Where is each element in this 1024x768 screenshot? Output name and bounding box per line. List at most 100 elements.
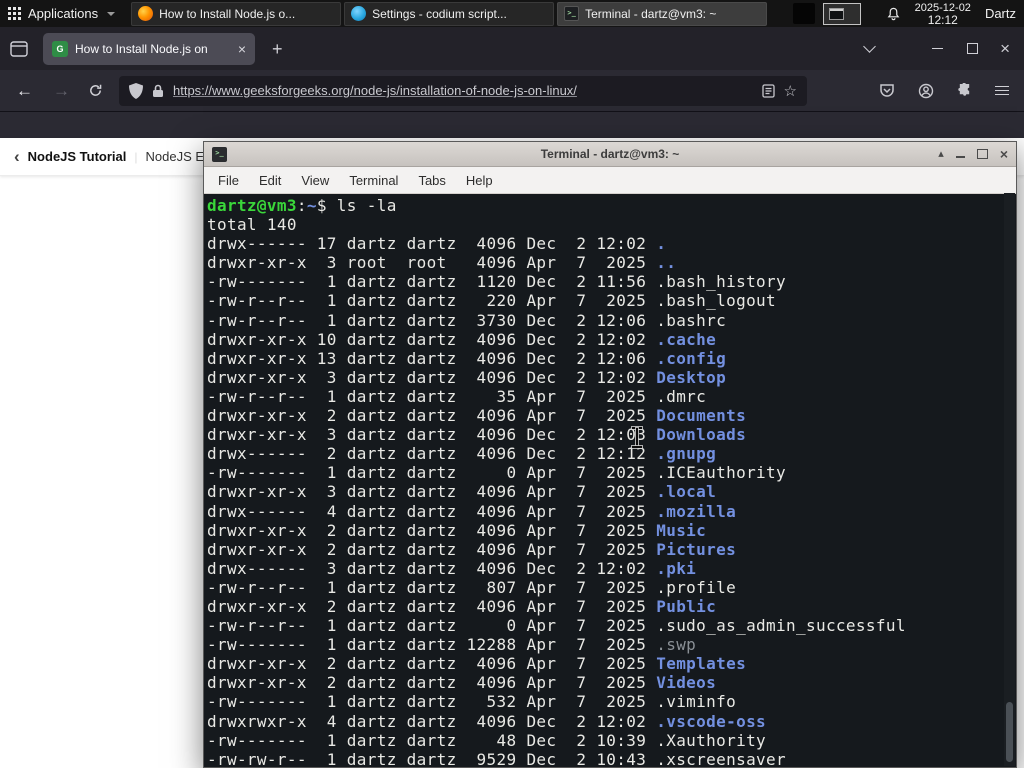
terminal-line: -rw------- 1 dartz dartz 48 Dec 2 10:39 … bbox=[207, 730, 767, 750]
terminal-line: drwxr-xr-x 10 dartz dartz 4096 Dec 2 12:… bbox=[207, 329, 717, 349]
menu-item-edit[interactable]: Edit bbox=[249, 173, 291, 188]
navigation-toolbar: ← → https://www.geeksforgeeks.org/node-j… bbox=[0, 70, 1024, 112]
tab-title: How to Install Node.js on bbox=[75, 41, 208, 56]
terminal-line: -rw-r--r-- 1 dartz dartz 35 Apr 7 2025 .… bbox=[207, 386, 707, 406]
terminal-minimize-button[interactable] bbox=[955, 156, 965, 158]
file-name: Videos bbox=[656, 673, 717, 693]
file-name: .profile bbox=[656, 577, 737, 597]
terminal-menubar: File Edit View Terminal Tabs Help bbox=[204, 167, 1016, 194]
extensions-puzzle-icon[interactable] bbox=[957, 83, 972, 98]
clock-date: 2025-12-02 bbox=[914, 1, 971, 14]
file-name: .gnupg bbox=[656, 444, 717, 464]
applications-label: Applications bbox=[28, 6, 99, 21]
menu-item-file[interactable]: File bbox=[208, 173, 249, 188]
forward-button: → bbox=[53, 80, 70, 100]
url-bar[interactable]: https://www.geeksforgeeks.org/node-js/in… bbox=[119, 75, 807, 106]
file-name: .mozilla bbox=[656, 501, 737, 521]
menu-item-view[interactable]: View bbox=[291, 173, 339, 188]
site-nav-link[interactable]: NodeJS Tutorial bbox=[28, 149, 127, 164]
terminal-line: drwx------ 17 dartz dartz 4096 Dec 2 12:… bbox=[207, 234, 667, 254]
back-button[interactable]: ← bbox=[16, 81, 33, 101]
chevron-down-icon bbox=[107, 11, 116, 16]
bookmark-star-icon[interactable]: ☆ bbox=[784, 82, 797, 100]
tab-close-icon[interactable]: × bbox=[238, 42, 246, 56]
pocket-icon[interactable] bbox=[879, 83, 895, 98]
applications-menu-button[interactable]: Applications bbox=[0, 0, 125, 27]
browser-tab[interactable]: G How to Install Node.js on × bbox=[43, 32, 255, 65]
file-name: Templates bbox=[656, 654, 747, 674]
menu-item-help[interactable]: Help bbox=[456, 173, 503, 188]
file-name: .xscreensaver bbox=[656, 749, 787, 767]
terminal-titlebar[interactable]: >_ Terminal - dartz@vm3: ~ ▴ × bbox=[204, 142, 1016, 167]
file-name: .vscode-oss bbox=[656, 711, 767, 731]
terminal-scrollbar[interactable] bbox=[1004, 193, 1015, 766]
terminal-window-buttons: ▴ × bbox=[938, 147, 1008, 161]
scrollbar-thumb[interactable] bbox=[1006, 702, 1013, 762]
list-tabs-chevron-icon[interactable] bbox=[863, 40, 876, 53]
taskbar-item-firefox[interactable]: How to Install Node.js o... bbox=[131, 1, 342, 26]
reader-mode-icon[interactable] bbox=[761, 83, 775, 98]
window-taskbar: How to Install Node.js o... Settings - c… bbox=[131, 0, 768, 27]
terminal-line: drwx------ 3 dartz dartz 4096 Dec 2 12:0… bbox=[207, 558, 697, 578]
terminal-line: -rw------- 1 dartz dartz 1120 Dec 2 11:5… bbox=[207, 272, 787, 292]
terminal-line: drwxr-xr-x 3 dartz dartz 4096 Dec 2 12:0… bbox=[207, 425, 747, 445]
workspace-pager[interactable] bbox=[823, 2, 862, 25]
file-name: .pki bbox=[656, 558, 697, 578]
menu-item-terminal[interactable]: Terminal bbox=[339, 173, 408, 188]
tab-bar: G How to Install Node.js on × + × bbox=[0, 27, 1024, 70]
browser-close-button[interactable]: × bbox=[1000, 40, 1010, 57]
firefox-view-icon[interactable] bbox=[10, 40, 28, 57]
firefox-icon bbox=[138, 6, 154, 21]
terminal-icon: >_ bbox=[564, 6, 580, 21]
taskbar-item-terminal[interactable]: >_ Terminal - dartz@vm3: ~ bbox=[557, 1, 768, 26]
terminal-line: drwxr-xr-x 3 dartz dartz 4096 Dec 2 12:0… bbox=[207, 367, 727, 387]
lock-icon[interactable] bbox=[152, 84, 164, 98]
applications-grid-icon bbox=[8, 7, 21, 20]
file-name: .Xauthority bbox=[656, 730, 767, 750]
file-name: Desktop bbox=[656, 367, 727, 387]
file-name: .bash_history bbox=[656, 272, 787, 292]
terminal-line: drwxr-xr-x 2 dartz dartz 4096 Apr 7 2025… bbox=[207, 673, 717, 693]
taskbar-item-label: How to Install Node.js o... bbox=[159, 6, 296, 21]
taskbar-item-label: Settings - codium script... bbox=[372, 6, 507, 21]
user-label[interactable]: Dartz bbox=[985, 6, 1016, 21]
terminal-line: drwxr-xr-x 2 dartz dartz 4096 Apr 7 2025… bbox=[207, 596, 717, 616]
file-name: .. bbox=[656, 253, 677, 273]
browser-maximize-button[interactable] bbox=[967, 43, 979, 54]
reload-button[interactable] bbox=[88, 83, 103, 98]
terminal-line: total 140 bbox=[207, 215, 297, 235]
separator: | bbox=[134, 149, 138, 164]
terminal-line: drwxrwxr-x 4 dartz dartz 4096 Dec 2 12:0… bbox=[207, 711, 767, 731]
terminal-body[interactable]: dartz@vm3:~$ ls -la total 140 drwx------ 1… bbox=[204, 193, 1003, 767]
pager-window-icon bbox=[829, 7, 845, 20]
menu-item-tabs[interactable]: Tabs bbox=[408, 173, 455, 188]
file-name: .sudo_as_admin_successful bbox=[656, 616, 906, 636]
file-name: .swp bbox=[656, 635, 697, 655]
panel-clock[interactable]: 2025-12-02 12:12 bbox=[915, 2, 971, 26]
terminal-maximize-button[interactable] bbox=[976, 149, 988, 159]
shade-button[interactable]: ▴ bbox=[938, 148, 944, 160]
top-panel: Applications How to Install Node.js o...… bbox=[0, 0, 1024, 27]
terminal-close-button[interactable]: × bbox=[1000, 147, 1008, 161]
panel-right-cluster: 2025-12-02 12:12 Dartz bbox=[886, 2, 1024, 26]
file-name: .cache bbox=[656, 329, 717, 349]
file-name: Documents bbox=[656, 406, 747, 426]
account-icon[interactable] bbox=[918, 83, 934, 99]
taskbar-item-codium[interactable]: Settings - codium script... bbox=[344, 1, 555, 26]
terminal-line: drwxr-xr-x 13 dartz dartz 4096 Dec 2 12:… bbox=[207, 348, 727, 368]
terminal-line: -rw------- 1 dartz dartz 12288 Apr 7 202… bbox=[207, 635, 697, 655]
browser-window-controls: × bbox=[863, 40, 1024, 57]
terminal-line: drwxr-xr-x 2 dartz dartz 4096 Apr 7 2025… bbox=[207, 654, 747, 674]
file-name: .bash_logout bbox=[656, 291, 777, 311]
menu-hamburger-icon[interactable] bbox=[995, 86, 1009, 95]
file-name: .ICEauthority bbox=[656, 463, 787, 483]
file-name: . bbox=[656, 234, 667, 254]
chevron-left-icon[interactable]: ‹ bbox=[14, 147, 20, 167]
tray-item[interactable] bbox=[793, 3, 816, 24]
new-tab-button[interactable]: + bbox=[272, 40, 283, 58]
file-name: .dmrc bbox=[656, 386, 707, 406]
url-text[interactable]: https://www.geeksforgeeks.org/node-js/in… bbox=[173, 83, 753, 98]
browser-minimize-button[interactable] bbox=[932, 48, 944, 49]
tracking-shield-icon[interactable] bbox=[129, 82, 143, 99]
bell-icon[interactable] bbox=[886, 6, 901, 22]
